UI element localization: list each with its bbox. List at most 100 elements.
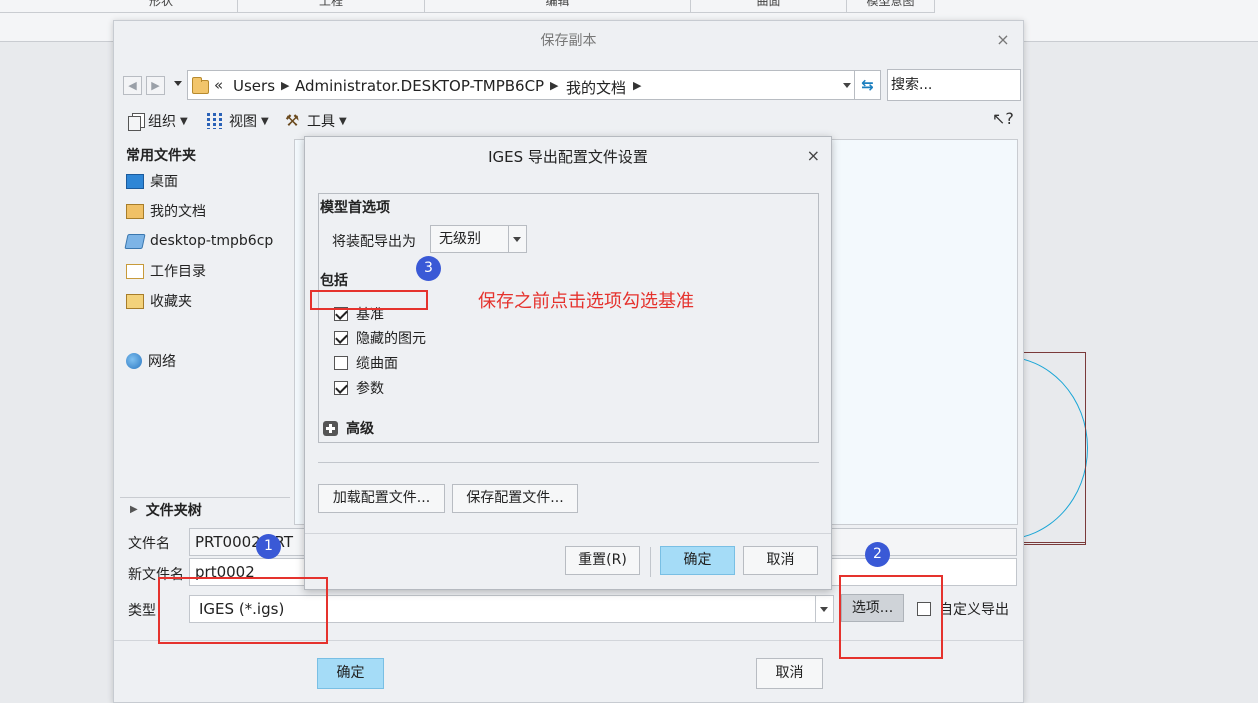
custom-export-label: 自定义导出 xyxy=(939,602,1009,618)
annotation-badge-3: 3 xyxy=(416,256,441,281)
iges-divider xyxy=(318,462,819,463)
ribbon-divider xyxy=(0,12,935,13)
search-input[interactable]: 搜索... xyxy=(887,69,1021,101)
folder-item-label: 我的文档 xyxy=(150,204,206,220)
ribbon-tab-engineering[interactable]: 工程 xyxy=(238,0,425,12)
assembly-export-value: 无级别 xyxy=(439,231,481,247)
expand-triangle-icon: ▶ xyxy=(130,504,138,515)
annotation-note: 保存之前点击选项勾选基准 xyxy=(478,291,694,312)
ribbon-tab-shape[interactable]: 形状 xyxy=(85,0,238,12)
button-separator xyxy=(650,547,651,577)
chevron-down-icon[interactable] xyxy=(815,596,833,622)
folder-item-desktop[interactable]: 桌面 xyxy=(126,170,178,192)
save-config-button[interactable]: 保存配置文件... xyxy=(452,484,578,513)
common-folders-heading: 常用文件夹 xyxy=(126,148,196,164)
folder-item-favorites[interactable]: 收藏夹 xyxy=(126,290,192,312)
iges-ok-button[interactable]: 确定 xyxy=(660,546,735,575)
include-heading: 包括 xyxy=(320,273,348,289)
iges-dialog-title: IGES 导出配置文件设置 xyxy=(488,148,648,166)
reset-button[interactable]: 重置(R) xyxy=(565,546,640,575)
model-preferences-heading: 模型首选项 xyxy=(320,200,390,216)
tools-menu[interactable]: ⚒ 工具 ▼ xyxy=(285,110,347,132)
organize-menu[interactable]: 组织 ▼ xyxy=(128,110,188,132)
load-config-button[interactable]: 加载配置文件... xyxy=(318,484,445,513)
parameters-checkbox[interactable] xyxy=(334,381,348,395)
path-arrow-icon[interactable]: ▶ xyxy=(281,77,289,95)
type-label: 类型 xyxy=(128,603,156,619)
folder-item-label: 收藏夹 xyxy=(150,294,192,310)
folder-item-label: 网络 xyxy=(148,354,176,370)
path-arrow-icon[interactable]: ▶ xyxy=(550,77,558,95)
dialog-title: 保存副本 xyxy=(540,33,597,49)
context-help-icon[interactable]: ↖? xyxy=(992,109,1014,128)
advanced-label: 高级 xyxy=(346,421,374,437)
chevron-down-icon: ▼ xyxy=(180,115,188,127)
include-option-label: 隐藏的图元 xyxy=(356,331,426,347)
common-folders-pane: 常用文件夹 桌面 我的文档 desktop-tmpb6cp 工作目录 收藏夹 网… xyxy=(120,139,290,514)
computer-icon xyxy=(124,233,146,249)
iges-footer-divider xyxy=(305,533,831,534)
hidden-entities-checkbox[interactable] xyxy=(334,331,348,345)
path-segment-administrator[interactable]: Administrator.DESKTOP-TMPB6CP xyxy=(295,77,544,95)
path-bar[interactable]: « Users ▶ Administrator.DESKTOP-TMPB6CP … xyxy=(187,70,855,100)
model-outline xyxy=(1022,352,1086,545)
folder-tree-label: 文件夹树 xyxy=(145,502,202,519)
folder-tree-toggle[interactable]: ▶ 文件夹树 xyxy=(120,497,290,521)
advanced-section-toggle[interactable]: 高级 xyxy=(323,418,374,438)
history-dropdown-icon[interactable] xyxy=(174,81,182,86)
organize-icon xyxy=(128,113,145,131)
refresh-icon[interactable]: ⇆ xyxy=(855,70,881,100)
documents-icon xyxy=(126,203,144,219)
path-segment-users[interactable]: Users xyxy=(233,77,275,95)
folder-item-label: desktop-tmpb6cp xyxy=(150,233,274,249)
forward-arrow-icon[interactable]: ▶ xyxy=(146,76,165,95)
model-edge-line xyxy=(1022,542,1086,543)
annotation-highlight-datum xyxy=(310,290,428,310)
cancel-button[interactable]: 取消 xyxy=(756,658,823,689)
folder-item-working-directory[interactable]: 工作目录 xyxy=(126,260,206,282)
ribbon-tab-edit[interactable]: 编辑 xyxy=(425,0,691,12)
annotation-highlight-type xyxy=(158,577,328,644)
path-arrow-icon[interactable]: ▶ xyxy=(633,77,641,95)
chevron-down-icon: ▼ xyxy=(339,115,347,127)
network-icon xyxy=(126,353,142,369)
working-directory-icon xyxy=(126,263,144,279)
favorites-icon xyxy=(126,293,144,309)
assembly-export-select[interactable]: 无级别 xyxy=(430,225,527,253)
folder-item-label: 工作目录 xyxy=(150,264,206,280)
include-hidden-entities-option[interactable]: 隐藏的图元 xyxy=(334,328,426,348)
view-grid-icon xyxy=(207,113,225,129)
folder-item-network[interactable]: 网络 xyxy=(126,350,176,372)
annotation-badge-2: 2 xyxy=(865,542,890,567)
filename-label: 文件名 xyxy=(128,536,170,552)
chevron-down-icon: ▼ xyxy=(261,115,269,127)
folder-item-computer[interactable]: desktop-tmpb6cp xyxy=(124,230,274,252)
view-menu[interactable]: 视图 ▼ xyxy=(207,110,269,132)
path-dropdown-icon[interactable] xyxy=(840,71,854,99)
quilt-surfaces-checkbox[interactable] xyxy=(334,356,348,370)
annotation-badge-1: 1 xyxy=(256,534,281,559)
close-icon[interactable]: × xyxy=(807,148,820,164)
include-option-label: 缆曲面 xyxy=(356,356,398,372)
path-segment-my-documents[interactable]: 我的文档 xyxy=(566,77,626,98)
iges-export-settings-dialog: IGES 导出配置文件设置 × 模型首选项 将装配导出为 无级别 包括 基准 隐… xyxy=(304,136,832,590)
path-overflow-chevron[interactable]: « xyxy=(214,76,223,94)
include-parameters-option[interactable]: 参数 xyxy=(334,378,384,398)
chevron-down-icon[interactable] xyxy=(508,226,526,252)
ok-button[interactable]: 确定 xyxy=(317,658,384,689)
folder-icon xyxy=(192,77,209,94)
folder-item-label: 桌面 xyxy=(150,174,178,190)
tools-label: 工具 xyxy=(307,114,335,130)
folder-item-my-documents[interactable]: 我的文档 xyxy=(126,200,206,222)
iges-cancel-button[interactable]: 取消 xyxy=(743,546,818,575)
view-label: 视图 xyxy=(229,114,257,130)
back-arrow-icon[interactable]: ◀ xyxy=(123,76,142,95)
assembly-export-label: 将装配导出为 xyxy=(332,234,416,250)
tools-icon: ⚒ xyxy=(285,111,300,130)
include-quilt-surfaces-option[interactable]: 缆曲面 xyxy=(334,353,398,373)
desktop-icon xyxy=(126,173,144,189)
ribbon-tab-model-intent[interactable]: 模型意图 xyxy=(847,0,935,12)
annotation-highlight-options xyxy=(839,575,943,659)
close-icon[interactable]: × xyxy=(995,32,1011,48)
ribbon-tab-surface[interactable]: 曲面 xyxy=(691,0,847,12)
